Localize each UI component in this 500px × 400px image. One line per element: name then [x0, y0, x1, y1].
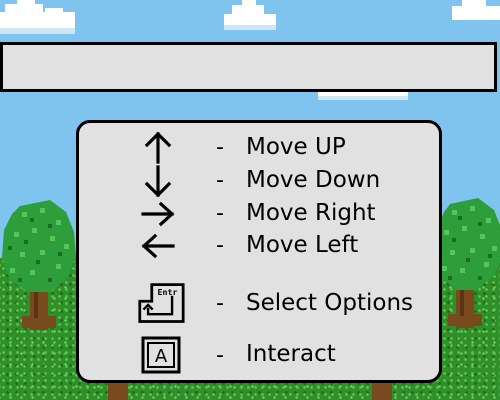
- control-label-interact: Interact: [246, 341, 336, 367]
- enter-key-icon: Entr: [137, 281, 185, 327]
- control-label-move-left: Move Left: [246, 232, 359, 258]
- arrow-down-icon: [134, 164, 182, 198]
- control-row-move-down: - Move Down: [79, 164, 445, 198]
- control-label-move-down: Move Down: [246, 167, 381, 193]
- cloud-right: [452, 0, 500, 20]
- control-row-move-up: - Move UP: [79, 131, 445, 165]
- control-row-move-left: - Move Left: [79, 229, 445, 263]
- control-separator: -: [216, 135, 224, 160]
- control-separator: -: [216, 291, 224, 316]
- a-key-text: A: [155, 346, 168, 367]
- control-row-interact: A - Interact: [79, 335, 445, 375]
- tree-bottom-left-trunk: [108, 380, 128, 400]
- cloud-middle: [224, 0, 276, 30]
- arrow-up-icon: [134, 131, 182, 165]
- tree-right: [436, 198, 500, 328]
- control-separator: -: [216, 201, 224, 226]
- control-label-select-options: Select Options: [246, 290, 414, 316]
- control-separator: -: [216, 233, 224, 258]
- control-separator: -: [216, 168, 224, 193]
- control-separator: -: [216, 343, 224, 368]
- enter-key-text: Entr: [157, 287, 177, 297]
- arrow-left-icon: [134, 229, 182, 263]
- cloud-left: [0, 0, 75, 34]
- control-label-move-right: Move Right: [246, 200, 376, 226]
- a-key-icon: A: [137, 335, 185, 375]
- controls-panel: - Move UP - Move Down - Move Right - Mov…: [76, 120, 442, 383]
- control-row-move-right: - Move Right: [79, 197, 445, 231]
- control-row-select-options: Entr - Select Options: [79, 281, 445, 327]
- tree-bottom-right-trunk: [372, 380, 392, 400]
- tree-left: [2, 200, 76, 330]
- title-bar: [0, 42, 497, 92]
- arrow-right-icon: [134, 197, 182, 231]
- control-label-move-up: Move UP: [246, 134, 346, 160]
